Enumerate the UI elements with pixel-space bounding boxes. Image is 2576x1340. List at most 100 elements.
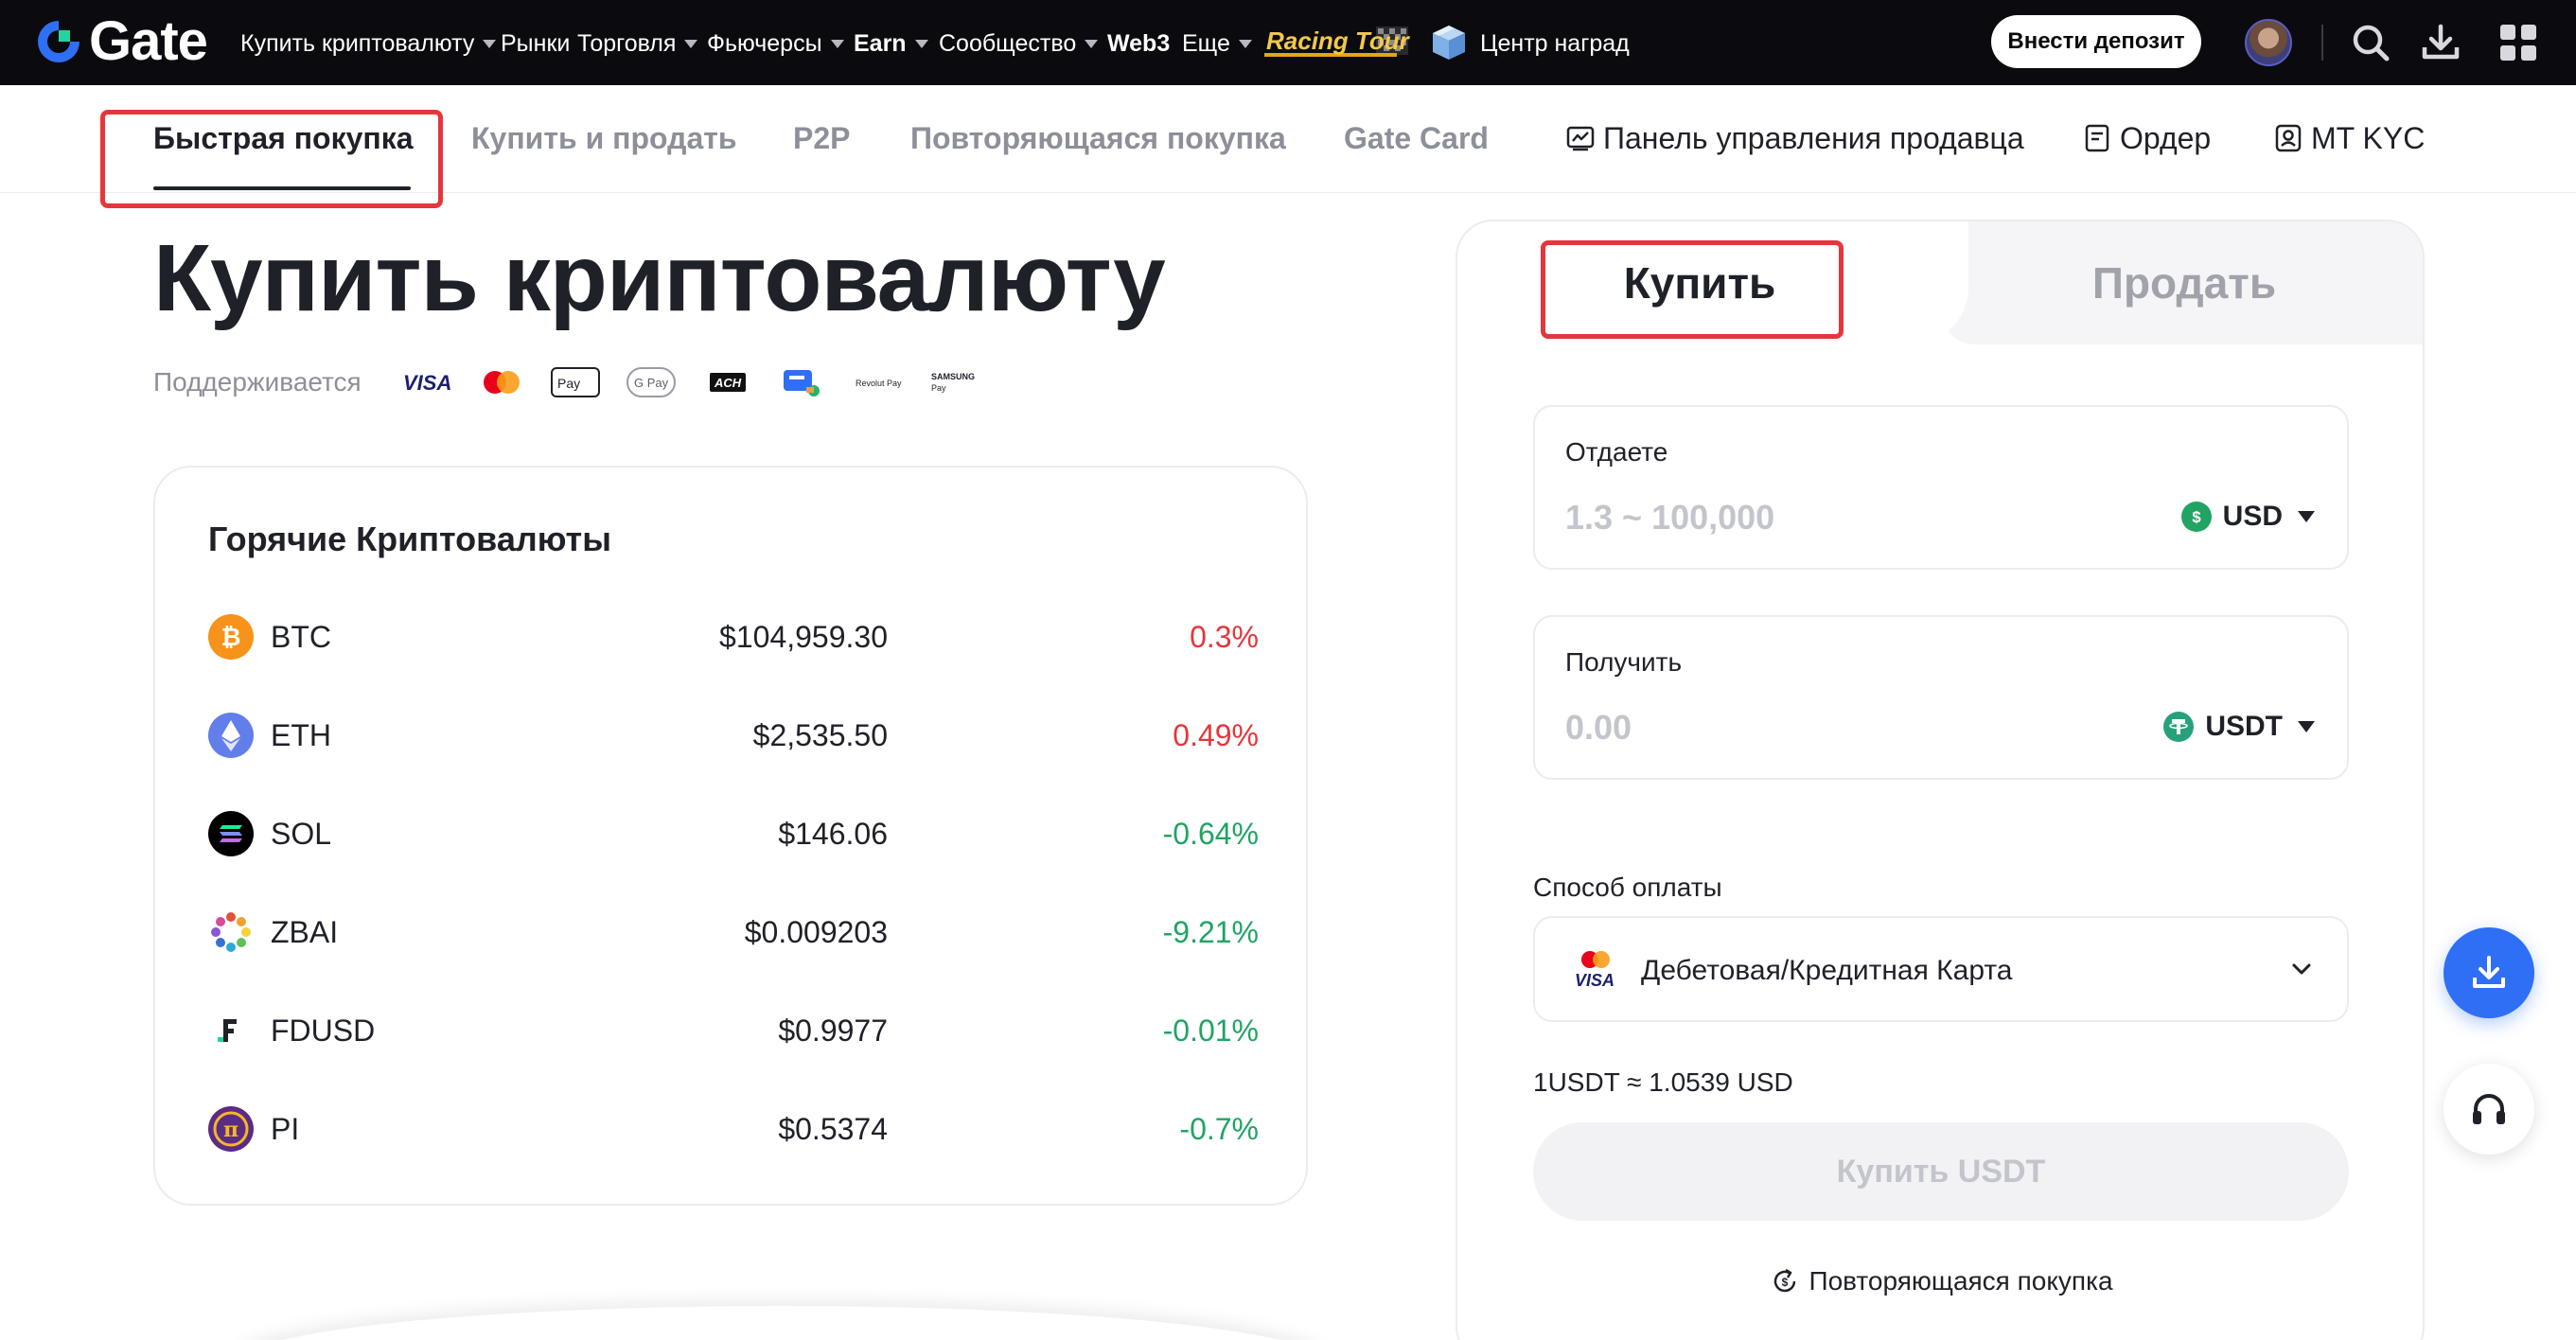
give-currency-label: USD bbox=[2222, 501, 2283, 532]
receive-label: Получить bbox=[1565, 647, 1683, 677]
svg-text:SAMSUNG: SAMSUNG bbox=[931, 372, 975, 381]
gate-logo-icon bbox=[38, 21, 79, 62]
recurring-buy-link[interactable]: $ Повторяющаяся покупка bbox=[1457, 1262, 2423, 1300]
zbai-icon bbox=[211, 912, 251, 952]
wallet-logo bbox=[782, 365, 825, 399]
apple-pay-logo: Pay bbox=[551, 365, 600, 399]
tab-seller-dashboard[interactable]: Панель управления продавца bbox=[1565, 117, 2024, 159]
nav-rewards-label: Центр наград bbox=[1480, 30, 1630, 57]
coin-row-btc[interactable]: ₿ BTC $104,959.30 0.3% bbox=[208, 611, 1259, 662]
tab-buy-and-sell[interactable]: Купить и продать bbox=[471, 117, 737, 159]
tab-recurring-buy[interactable]: Повторяющаяся покупка bbox=[910, 117, 1286, 159]
buy-usdt-button[interactable]: Купить USDT bbox=[1533, 1122, 2349, 1221]
revolut-pay-logo: Revolut Pay bbox=[856, 365, 905, 399]
give-amount-input[interactable]: 1.3 ~ 100,000 bbox=[1565, 496, 1774, 539]
gate-logo-text: Gate bbox=[89, 10, 208, 72]
card-brand-icon: VISA bbox=[1575, 951, 1614, 990]
visa-logo: VISA bbox=[401, 365, 452, 399]
section-divider-shadow bbox=[237, 1306, 1325, 1340]
coin-symbol: FDUSD bbox=[271, 1014, 376, 1048]
tab-mt-kyc[interactable]: MT KYC bbox=[2273, 117, 2425, 159]
ach-logo: ACH bbox=[708, 365, 748, 399]
svg-text:VISA: VISA bbox=[403, 371, 451, 394]
coin-price: $0.009203 bbox=[744, 915, 888, 949]
fdusd-icon bbox=[218, 1019, 237, 1042]
nav-earn[interactable]: Earn bbox=[854, 25, 928, 62]
svg-text:ACH: ACH bbox=[714, 376, 742, 390]
svg-text:$: $ bbox=[2192, 508, 2201, 526]
nav-community[interactable]: Сообщество bbox=[939, 25, 1099, 62]
id-card-icon bbox=[2275, 124, 2302, 152]
nav-futures[interactable]: Фьючерсы bbox=[707, 25, 844, 62]
nav-earn-label: Earn bbox=[854, 30, 907, 57]
hot-crypto-card: Горячие Криптовалюты ₿ BTC $104,959.30 0… bbox=[153, 466, 1308, 1206]
coin-change: 0.49% bbox=[1173, 718, 1259, 752]
gift-box-icon bbox=[1433, 26, 1465, 60]
customer-support-button[interactable] bbox=[2444, 1064, 2534, 1155]
trade-card: Купить Продать Отдаете 1.3 ~ 100,000 $ U… bbox=[1456, 220, 2425, 1340]
svg-text:Revolut Pay: Revolut Pay bbox=[856, 379, 902, 388]
usd-icon: $ bbox=[2180, 502, 2212, 532]
coin-price: $0.9977 bbox=[778, 1014, 888, 1048]
coin-row-zbai[interactable]: ZBAI $0.009203 -9.21% bbox=[208, 907, 1259, 958]
download-icon[interactable] bbox=[2419, 21, 2462, 64]
svg-text:$: $ bbox=[1782, 1276, 1789, 1289]
pi-icon: π bbox=[208, 1106, 254, 1152]
exchange-rate: 1USDT ≈ 1.0539 USD bbox=[1533, 1067, 1793, 1097]
nav-trade[interactable]: Торговля bbox=[577, 25, 698, 62]
nav-buy-crypto-label: Купить криптовалюту bbox=[240, 30, 475, 57]
give-currency-select[interactable]: $ USD bbox=[2180, 498, 2315, 536]
coin-row-pi[interactable]: π PI $0.5374 -0.7% bbox=[208, 1103, 1259, 1155]
svg-text:π: π bbox=[223, 1118, 238, 1142]
hot-crypto-title: Горячие Криптовалюты bbox=[208, 520, 611, 558]
racing-tour-logo[interactable]: Racing Tour bbox=[1262, 21, 1412, 64]
coin-change: -0.7% bbox=[1179, 1112, 1259, 1146]
page-title: Купить криптовалюту bbox=[153, 225, 1166, 331]
top-navigation-bar: Gate Купить криптовалюту Рынки Торговля … bbox=[0, 0, 2576, 85]
nav-web3[interactable]: Web3 bbox=[1107, 25, 1170, 62]
chevron-down-icon bbox=[830, 39, 844, 48]
avatar[interactable] bbox=[2245, 19, 2292, 66]
give-label: Отдаете bbox=[1565, 437, 1668, 467]
receive-currency-select[interactable]: USDT bbox=[2163, 708, 2315, 746]
recurring-icon: $ bbox=[1774, 1268, 1796, 1293]
apps-grid-icon[interactable] bbox=[2497, 21, 2540, 64]
coin-price: $2,535.50 bbox=[752, 718, 888, 752]
search-icon[interactable] bbox=[2349, 21, 2392, 64]
tab-gate-card[interactable]: Gate Card bbox=[1344, 117, 1489, 159]
coin-price: $0.5374 bbox=[778, 1112, 888, 1146]
gate-logo[interactable]: Gate bbox=[32, 10, 208, 72]
coin-price: $104,959.30 bbox=[719, 620, 888, 654]
tab-sell[interactable]: Продать bbox=[1942, 250, 2423, 316]
nav-more[interactable]: Еще bbox=[1182, 25, 1252, 62]
receive-amount-input[interactable]: 0.00 bbox=[1565, 706, 1632, 749]
chevron-down-icon bbox=[914, 39, 928, 48]
highlight-box bbox=[1541, 240, 1844, 339]
coin-row-fdusd[interactable]: FDUSD $0.9977 -0.01% bbox=[208, 1005, 1259, 1056]
sol-icon bbox=[208, 811, 254, 856]
give-amount-field[interactable]: Отдаете 1.3 ~ 100,000 $ USD bbox=[1533, 405, 2349, 570]
nav-web3-label: Web3 bbox=[1107, 30, 1171, 57]
tab-orders-label: Ордер bbox=[2120, 121, 2212, 155]
card-brand-text: VISA bbox=[1575, 971, 1614, 990]
deposit-button[interactable]: Внести депозит bbox=[1991, 15, 2201, 68]
floating-download-button[interactable] bbox=[2444, 927, 2534, 1018]
nav-markets[interactable]: Рынки bbox=[501, 25, 570, 62]
coin-row-eth[interactable]: ETH $2,535.50 0.49% bbox=[208, 710, 1259, 761]
coin-row-sol[interactable]: SOL $146.06 -0.64% bbox=[208, 808, 1259, 859]
coin-change: 0.3% bbox=[1190, 620, 1259, 654]
coin-symbol: BTC bbox=[271, 620, 331, 654]
google-pay-logo: G Pay bbox=[626, 365, 676, 399]
tab-orders[interactable]: Ордер bbox=[2082, 117, 2211, 159]
tab-p2p[interactable]: P2P bbox=[793, 117, 850, 159]
tab-mt-kyc-label: MT KYC bbox=[2311, 121, 2426, 155]
nav-rewards-center[interactable]: Центр наград bbox=[1480, 25, 1630, 62]
coin-symbol: ETH bbox=[271, 718, 331, 752]
caret-down-icon bbox=[2298, 511, 2315, 522]
receive-amount-field[interactable]: Получить 0.00 USDT bbox=[1533, 615, 2349, 780]
payment-method-select[interactable]: VISA Дебетовая/Кредитная Карта bbox=[1533, 916, 2349, 1022]
tab-seller-dashboard-label: Панель управления продавца bbox=[1603, 121, 2024, 155]
chart-board-icon bbox=[1566, 126, 1595, 151]
coin-change: -0.01% bbox=[1162, 1014, 1259, 1048]
nav-buy-crypto[interactable]: Купить криптовалюту bbox=[240, 25, 497, 62]
